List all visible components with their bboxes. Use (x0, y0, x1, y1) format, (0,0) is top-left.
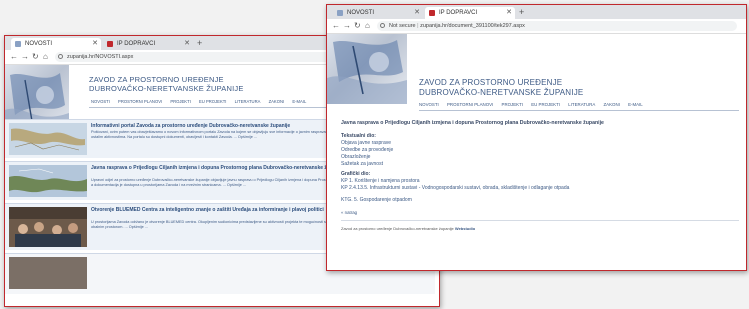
forward-arrow-icon[interactable]: → (343, 20, 351, 32)
page-heading: Javna rasprava o Prijedlogu Ciljanih izm… (341, 120, 604, 126)
site-title-line: ZAVOD ZA PROSTORNO UREĐENJE (89, 75, 224, 84)
tab-label: NOVOSTI (347, 10, 375, 16)
link-kp2[interactable]: KP 2.4.13.5. Infrastrukturni sustavi - V… (341, 185, 569, 191)
address-text: zupanija.hr/document_391100/tek297.aspx (420, 23, 525, 29)
menu-item-novosti[interactable]: NOVOSTI (91, 99, 110, 104)
back-arrow-icon[interactable]: ← (10, 51, 18, 63)
site-logo-image (327, 34, 407, 104)
link-kp1[interactable]: KP 1. Korištenje i namjena prostora (341, 178, 420, 184)
divider (341, 220, 739, 221)
info-icon (58, 54, 63, 59)
home-icon[interactable]: ⌂ (365, 20, 370, 32)
menu-item-literatura[interactable]: LITERATURA (568, 102, 595, 107)
reload-icon[interactable]: ↻ (32, 51, 39, 63)
security-status: Not secure (389, 23, 416, 29)
footer-link[interactable]: Webstudio (455, 226, 475, 231)
navigation-bar: ← → ↻ ⌂ Not secure | zupanija.hr/documen… (327, 19, 746, 34)
reload-icon[interactable]: ↻ (354, 20, 361, 32)
main-menu: NOVOSTI PROSTORNI PLANOVI PROJEKTI EU PR… (91, 99, 313, 104)
menu-item-projekti[interactable]: PROJEKTI (502, 102, 523, 107)
menu-item-eu-projekti[interactable]: EU PROJEKTI (199, 99, 226, 104)
news-thumbnail-photo[interactable] (9, 257, 87, 289)
tab-bar: NOVOSTI ✕ IP DOPRAVCI ✕ + (327, 5, 746, 19)
new-tab-icon[interactable]: + (197, 37, 202, 49)
page-favicon-icon (107, 41, 113, 47)
address-bar[interactable]: Not secure | zupanija.hr/document_391100… (377, 21, 737, 31)
section-label-text: Tekstualni dio: (341, 133, 376, 139)
menu-item-projekti[interactable]: PROJEKTI (170, 99, 190, 104)
main-menu: NOVOSTI PROSTORNI PLANOVI PROJEKTI EU PR… (419, 102, 650, 107)
close-icon[interactable]: ✕ (506, 7, 512, 19)
new-tab-icon[interactable]: + (519, 6, 524, 18)
menu-item-email[interactable]: E-MAIL (292, 99, 306, 104)
link-objava[interactable]: Objava javne rasprave (341, 140, 391, 146)
site-title: ZAVOD ZA PROSTORNO UREĐENJE DUBROVAČKO-N… (89, 75, 244, 93)
menu-item-prostorni-planovi[interactable]: PROSTORNI PLANOVI (447, 102, 493, 107)
news-thumbnail-photo[interactable] (9, 207, 87, 247)
link-sazetak[interactable]: Sažetak za javnost (341, 161, 383, 167)
tab-ip-dopravci[interactable]: IP DOPRAVCI ✕ (425, 7, 515, 19)
info-icon (380, 23, 385, 28)
back-link[interactable]: « natrag (341, 210, 357, 216)
link-ktg5[interactable]: KTG. 5. Gospodarenje otpadom (341, 197, 412, 203)
divider (419, 110, 739, 111)
site-title-line: ZAVOD ZA PROSTORNO UREĐENJE (419, 78, 563, 87)
site-title-line: DUBROVAČKO-NERETVANSKE ŽUPANIJE (419, 88, 584, 97)
menu-item-zakoni[interactable]: ZAKONI (269, 99, 285, 104)
site-title-line: DUBROVAČKO-NERETVANSKE ŽUPANIJE (89, 84, 244, 93)
menu-item-literatura[interactable]: LITERATURA (235, 99, 261, 104)
close-icon[interactable]: ✕ (414, 7, 420, 19)
site-title: ZAVOD ZA PROSTORNO UREĐENJE DUBROVAČKO-N… (419, 78, 583, 98)
tab-label: IP DOPRAVCI (439, 10, 478, 16)
close-icon[interactable]: ✕ (184, 38, 190, 50)
footer: Zavod za prostorno uređenje Dubrovačko-n… (341, 226, 475, 231)
page-favicon-icon (15, 41, 21, 47)
news-thumbnail-map[interactable] (9, 165, 87, 197)
menu-item-zakoni[interactable]: ZAKONI (603, 102, 619, 107)
tab-novosti[interactable]: NOVOSTI ✕ (333, 7, 423, 19)
tab-ip-dopravci[interactable]: IP DOPRAVCI ✕ (103, 38, 193, 50)
tab-label: NOVOSTI (25, 41, 53, 47)
tab-novosti[interactable]: NOVOSTI ✕ (11, 38, 101, 50)
close-icon[interactable]: ✕ (92, 38, 98, 50)
menu-item-novosti[interactable]: NOVOSTI (419, 102, 439, 107)
address-text: zupanija.hr/NOVOSTI.aspx (67, 54, 134, 60)
menu-item-eu-projekti[interactable]: EU PROJEKTI (531, 102, 560, 107)
menu-item-email[interactable]: E-MAIL (628, 102, 643, 107)
tab-label: IP DOPRAVCI (117, 41, 156, 47)
browser-window-front[interactable]: NOVOSTI ✕ IP DOPRAVCI ✕ + ← → ↻ ⌂ Not se… (326, 4, 747, 271)
link-obrazlozenje[interactable]: Obrazloženje (341, 154, 370, 160)
page-favicon-icon (429, 10, 435, 16)
home-icon[interactable]: ⌂ (43, 51, 48, 63)
menu-item-prostorni-planovi[interactable]: PROSTORNI PLANOVI (118, 99, 162, 104)
logo-graphic (327, 40, 407, 104)
link-odredbe[interactable]: Odredbe za provođenje (341, 147, 393, 153)
forward-arrow-icon[interactable]: → (21, 51, 29, 63)
news-thumbnail-map[interactable] (9, 123, 87, 155)
footer-text: Zavod za prostorno uređenje Dubrovačko-n… (341, 226, 454, 231)
page-favicon-icon (337, 10, 343, 16)
section-label-graphic: Grafički dio: (341, 171, 371, 177)
back-arrow-icon[interactable]: ← (332, 20, 340, 32)
